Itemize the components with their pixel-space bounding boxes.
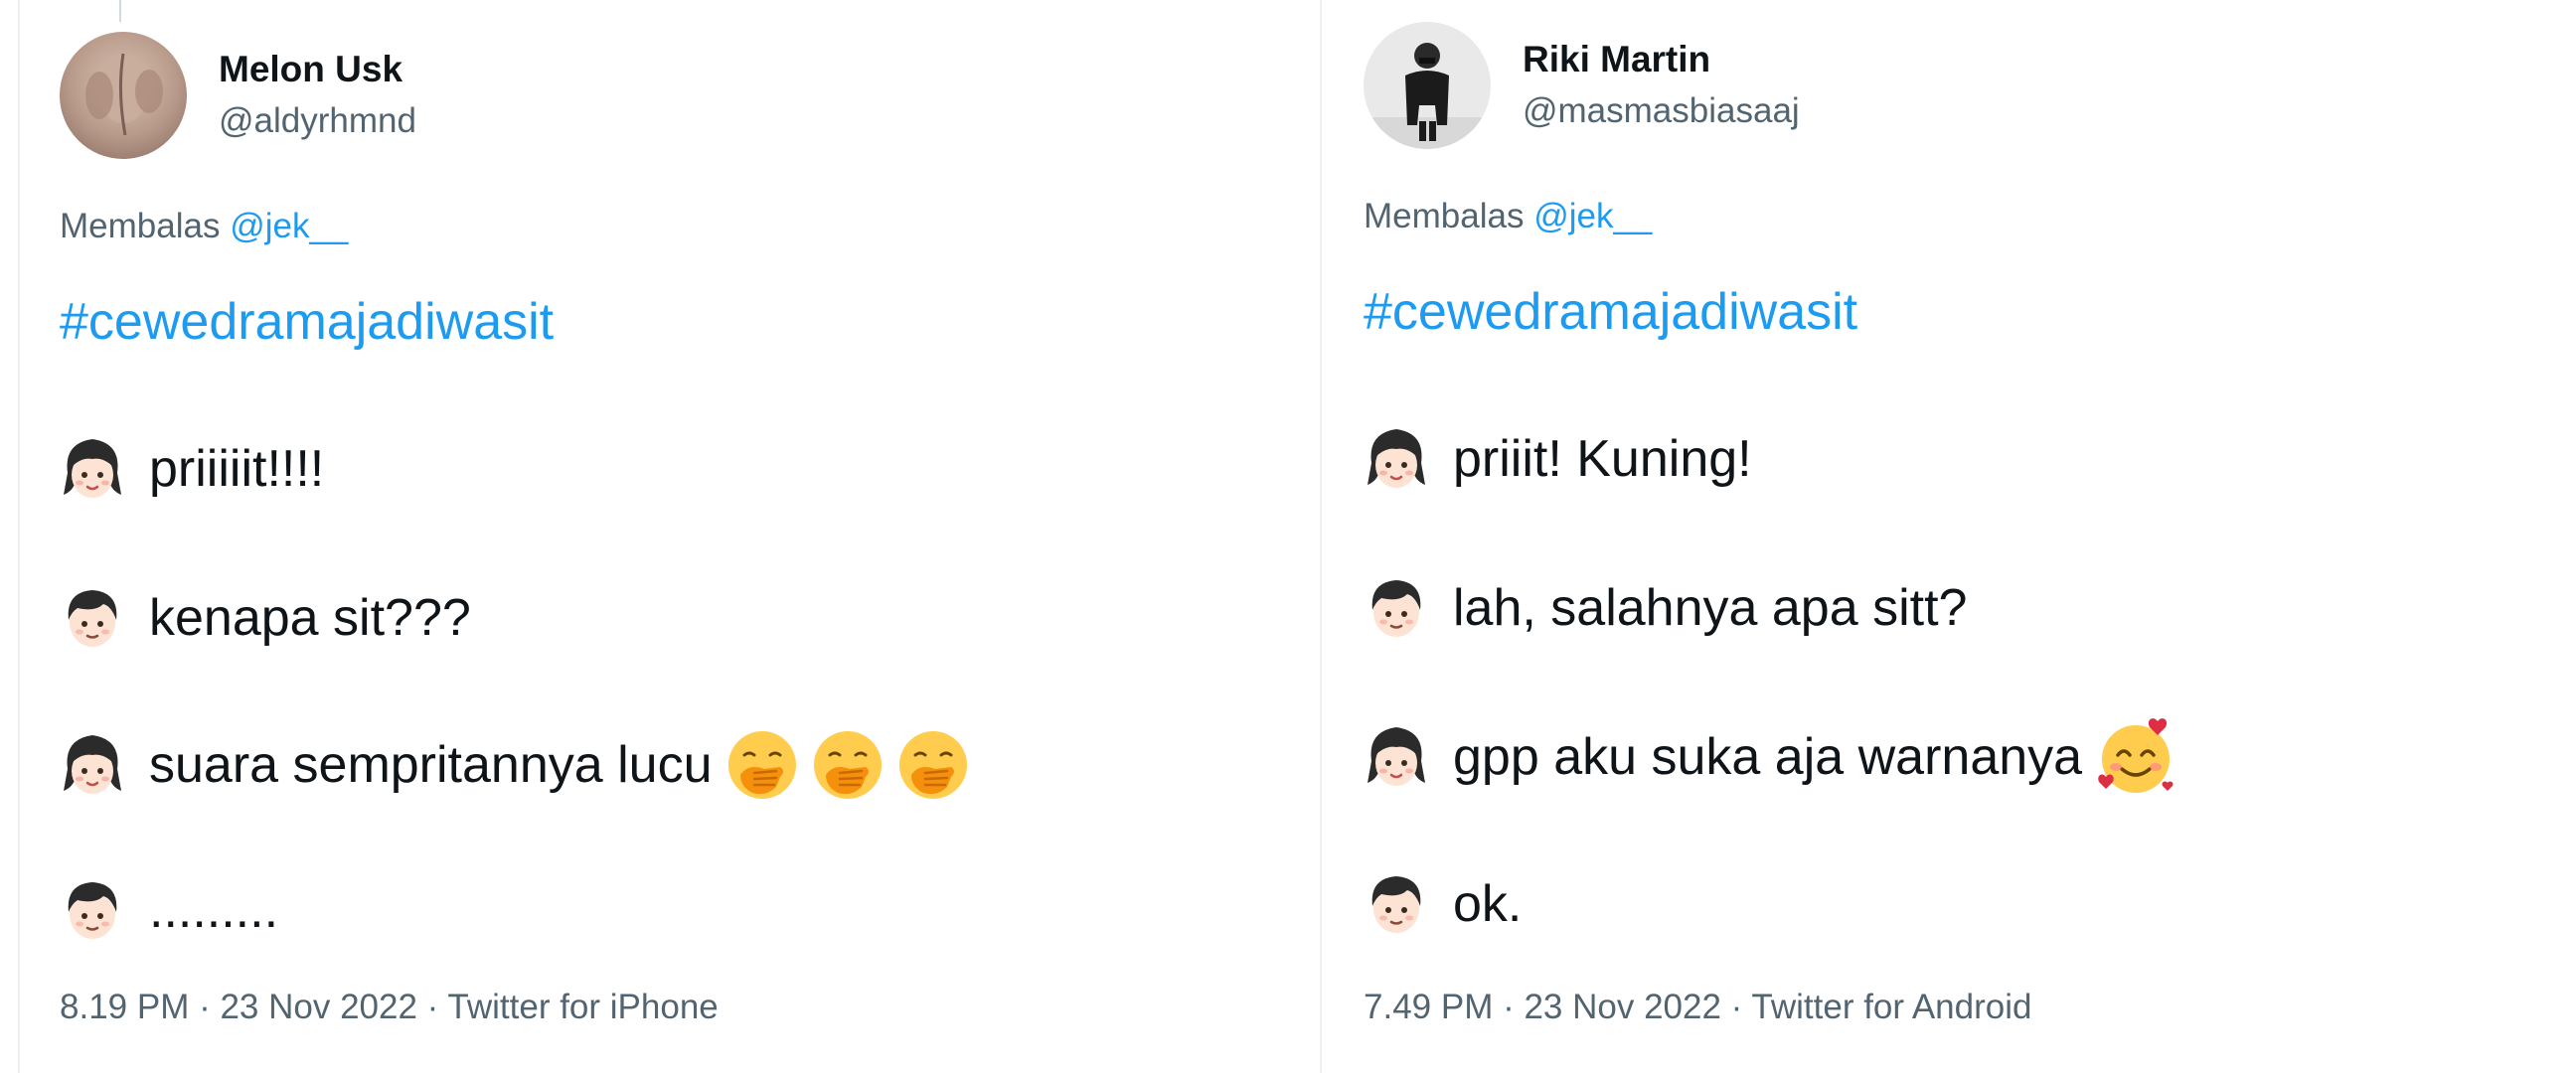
reply-context: Membalas @jek__: [60, 203, 348, 250]
girl-face-icon: [1368, 727, 1425, 786]
dialogue-text: .........: [149, 881, 279, 939]
tweet-meta[interactable]: 7.49 PM · 23 Nov 2022 · Twitter for Andr…: [1364, 984, 2031, 1031]
face-with-hand-over-mouth-icon: [898, 731, 967, 799]
reply-mention-link[interactable]: @jek__: [1533, 197, 1652, 235]
reply-prefix: Membalas: [1364, 197, 1525, 235]
girl-face-icon: [1368, 429, 1425, 488]
avatar[interactable]: [60, 32, 187, 159]
author-handle[interactable]: @masmasbiasaaj: [1523, 87, 1800, 135]
author-display-name[interactable]: Riki Martin: [1523, 36, 1800, 83]
dialogue-line: priiiiit!!!!: [60, 429, 324, 509]
girl-face-icon: [64, 735, 121, 794]
boy-face-icon: [1371, 876, 1421, 933]
tweet: Melon Usk @aldyrhmnd Membalas @jek__ #ce…: [60, 0, 1292, 1073]
boy-face-icon: [68, 590, 117, 647]
dialogue-line: priiit! Kuning!: [1364, 419, 1752, 499]
dialogue-text: priiit! Kuning!: [1453, 430, 1752, 488]
dialogue-line: gpp aku suka aja warnanya: [1364, 717, 2177, 797]
dialogue-line: kenapa sit???: [60, 578, 471, 658]
emoji-group: [2084, 715, 2177, 799]
boy-face-icon: [68, 882, 117, 939]
dialogue-line: lah, salahnya apa sitt?: [1364, 568, 1967, 648]
reply-prefix: Membalas: [60, 207, 221, 245]
face-with-hand-over-mouth-icon: [727, 731, 796, 799]
tweet: Riki Martin @masmasbiasaaj Membalas @jek…: [1364, 0, 2576, 1073]
avatar[interactable]: [1364, 22, 1491, 149]
dialogue-text: priiiiit!!!!: [149, 440, 325, 498]
dialogue-line: ok.: [1364, 864, 1522, 944]
girl-face-icon: [64, 439, 121, 498]
reply-context: Membalas @jek__: [1364, 193, 1652, 240]
dialogue-text: gpp aku suka aja warnanya: [1453, 728, 2083, 786]
dialogue-text: kenapa sit???: [149, 589, 471, 647]
screenshot-page: Melon Usk @aldyrhmnd Membalas @jek__ #ce…: [0, 0, 2576, 1073]
dialogue-text: ok.: [1453, 875, 1523, 933]
dialogue-text: suara sempritannya lucu: [149, 736, 713, 794]
boy-face-icon: [1371, 580, 1421, 637]
dialogue-line: .........: [60, 870, 278, 950]
emoji-group: [715, 727, 971, 803]
face-with-hand-over-mouth-icon: [813, 731, 882, 799]
tweet-header: Melon Usk @aldyrhmnd: [60, 32, 1053, 163]
dialogue-line: suara sempritannya lucu: [60, 725, 971, 805]
hashtag-link[interactable]: #cewedramajadiwasit: [1364, 280, 1857, 344]
divider: [18, 0, 20, 1073]
reply-mention-link[interactable]: @jek__: [230, 207, 348, 245]
tweet-header: Riki Martin @masmasbiasaaj: [1364, 22, 2357, 153]
author-handle[interactable]: @aldyrhmnd: [219, 97, 416, 145]
author-display-name[interactable]: Melon Usk: [219, 46, 416, 93]
tweet-meta[interactable]: 8.19 PM · 23 Nov 2022 · Twitter for iPho…: [60, 984, 719, 1031]
hashtag-link[interactable]: #cewedramajadiwasit: [60, 290, 554, 354]
divider: [1320, 0, 1322, 1073]
dialogue-text: lah, salahnya apa sitt?: [1453, 579, 1968, 637]
smiling-face-with-hearts-icon: [2098, 718, 2174, 793]
